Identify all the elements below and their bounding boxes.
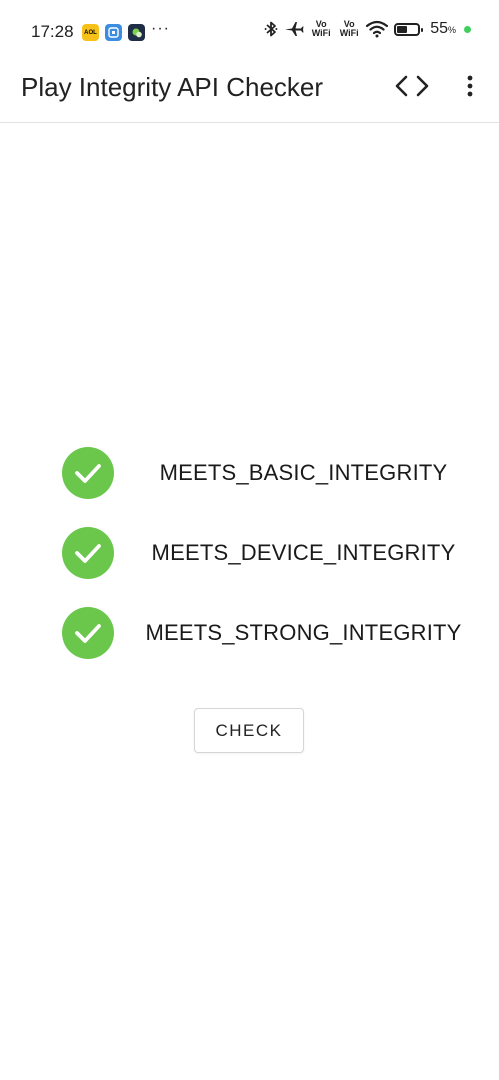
- more-notifications-indicator: ···: [151, 20, 170, 37]
- blue-app-icon: [105, 24, 122, 41]
- code-icon: [394, 74, 430, 103]
- check-label: MEETS_BASIC_INTEGRITY: [159, 460, 448, 485]
- check-circle-icon: [62, 527, 114, 579]
- bluetooth-icon: [264, 20, 278, 38]
- battery-level-fill: [397, 25, 408, 33]
- app-bar: Play Integrity API Checker: [0, 64, 499, 123]
- privacy-indicator-dot: [464, 25, 471, 33]
- airplane-mode-icon: [284, 20, 304, 38]
- status-time: 17:28: [31, 22, 74, 41]
- battery-icon: [394, 22, 424, 36]
- status-bar: 17:28 AOL ··· Vo WiFi Vo WiFi 55%: [0, 0, 499, 64]
- more-vert-icon: [467, 75, 473, 102]
- vowifi-icon: Vo WiFi: [311, 19, 331, 38]
- check-label: MEETS_STRONG_INTEGRITY: [145, 620, 462, 645]
- check-result-basic: MEETS_BASIC_INTEGRITY: [0, 447, 499, 499]
- aol-app-icon: AOL: [82, 24, 99, 41]
- check-result-device: MEETS_DEVICE_INTEGRITY: [0, 527, 499, 579]
- check-label: MEETS_DEVICE_INTEGRITY: [151, 540, 456, 565]
- battery-percentage: 55%: [430, 20, 456, 37]
- check-button[interactable]: CHECK: [194, 708, 304, 753]
- status-icons: Vo WiFi Vo WiFi 55%: [264, 20, 471, 38]
- page-title: Play Integrity API Checker: [21, 72, 324, 102]
- overflow-menu-button[interactable]: [456, 72, 484, 104]
- check-circle-icon: [62, 607, 114, 659]
- code-button[interactable]: [392, 72, 432, 104]
- vowifi-icon: Vo WiFi: [339, 19, 359, 38]
- check-circle-icon: [62, 447, 114, 499]
- check-result-strong: MEETS_STRONG_INTEGRITY: [0, 607, 499, 659]
- wifi-icon: [366, 20, 389, 38]
- chat-app-icon: [128, 24, 145, 41]
